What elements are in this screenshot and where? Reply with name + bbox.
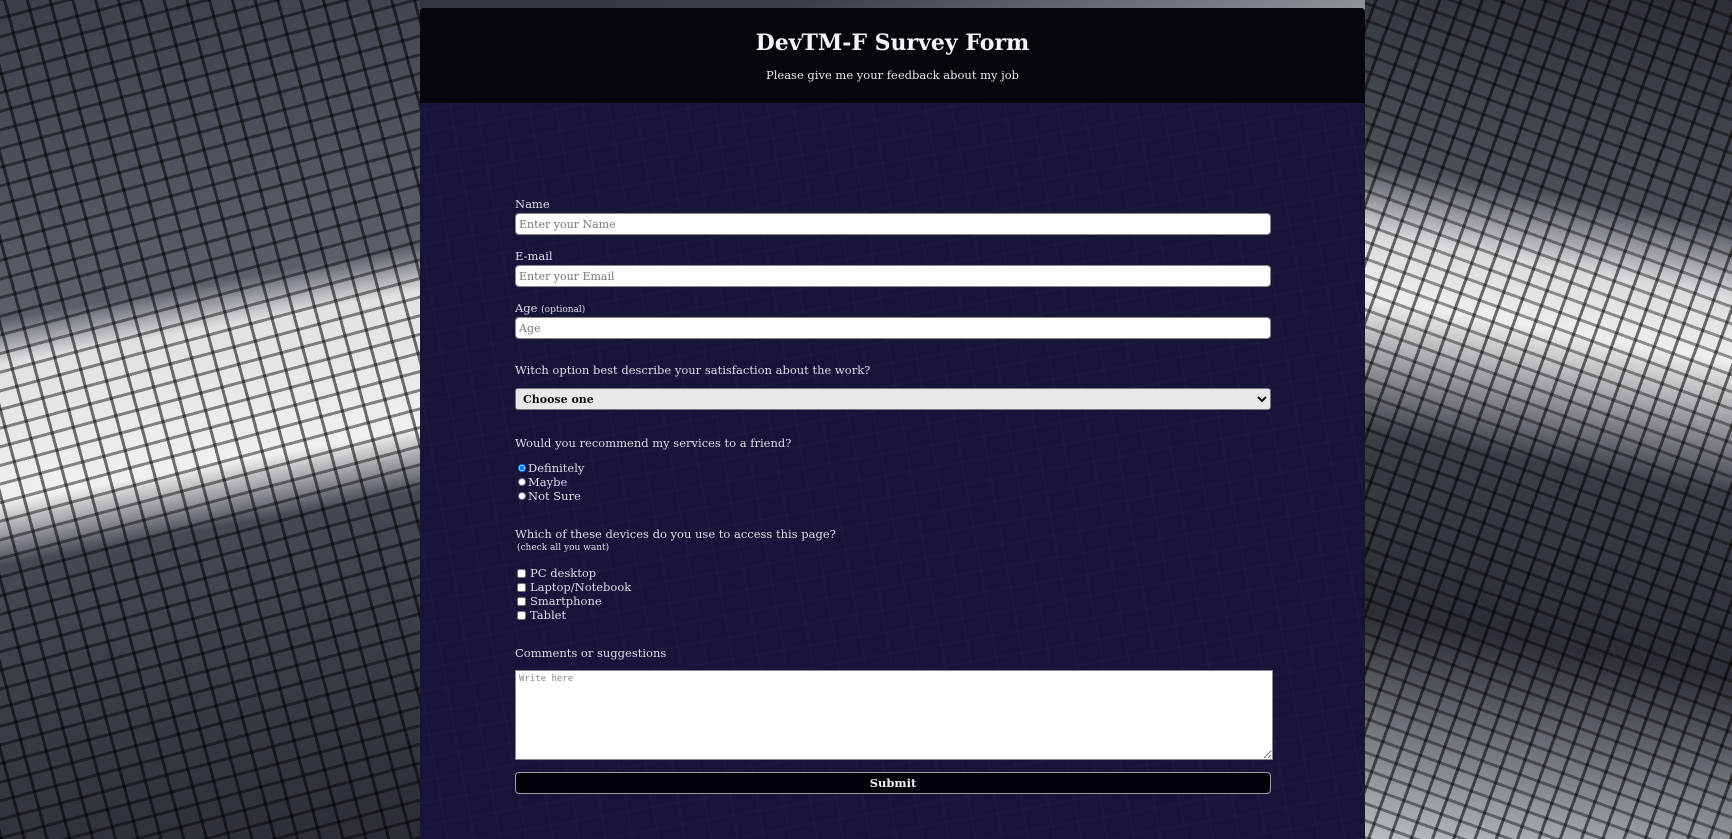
age-label: Age (optional): [515, 301, 1273, 315]
comments-textarea[interactable]: [515, 670, 1273, 760]
device-option-label: Smartphone: [530, 594, 602, 608]
recommend-radio-maybe[interactable]: [518, 478, 526, 486]
recommend-radio-definitely[interactable]: [518, 464, 526, 472]
device-option-smartphone[interactable]: Smartphone: [515, 594, 1273, 608]
background-right: [1365, 0, 1732, 839]
recommend-option-label: Not Sure: [528, 489, 581, 503]
device-option-label: PC desktop: [530, 566, 597, 580]
email-label: E-mail: [515, 249, 553, 263]
devices-question: Which of these devices do you use to acc…: [515, 527, 836, 541]
recommend-option-maybe[interactable]: Maybe: [515, 475, 1273, 489]
background-left: [0, 0, 420, 839]
comments-label: Comments or suggestions: [515, 646, 667, 660]
recommend-radio-not-sure[interactable]: [518, 492, 526, 500]
survey-panel: DevTM-F Survey Form Please give me your …: [420, 8, 1365, 839]
age-input[interactable]: [515, 317, 1271, 339]
name-input[interactable]: [515, 213, 1271, 235]
device-checkbox-laptop[interactable]: [517, 582, 526, 592]
devices-note: (check all you want): [517, 543, 610, 553]
device-checkbox-tablet[interactable]: [517, 610, 526, 620]
submit-button[interactable]: Submit: [515, 772, 1271, 794]
device-checkbox-pc[interactable]: [517, 568, 526, 578]
device-option-tablet[interactable]: Tablet: [515, 608, 1273, 622]
satisfaction-select[interactable]: Choose one: [515, 388, 1271, 410]
device-option-label: Tablet: [530, 608, 567, 622]
recommend-option-not-sure[interactable]: Not Sure: [515, 489, 1273, 503]
page-header: DevTM-F Survey Form Please give me your …: [420, 8, 1365, 103]
age-label-text: Age: [515, 301, 538, 315]
recommend-option-label: Maybe: [528, 475, 568, 489]
satisfaction-question: Witch option best describe your satisfac…: [515, 363, 871, 377]
email-input[interactable]: [515, 265, 1271, 287]
survey-form: Name E-mail Age (optional) Witch option …: [515, 197, 1273, 794]
device-checkbox-smartphone[interactable]: [517, 596, 526, 606]
recommend-option-label: Definitely: [528, 461, 585, 475]
recommend-question: Would you recommend my services to a fri…: [515, 436, 792, 450]
age-optional-note: (optional): [541, 305, 586, 315]
page-title: DevTM-F Survey Form: [755, 30, 1030, 56]
device-option-pc[interactable]: PC desktop: [515, 566, 1273, 580]
page-description: Please give me your feedback about my jo…: [765, 68, 1020, 82]
device-option-label: Laptop/Notebook: [530, 580, 632, 594]
name-label: Name: [515, 197, 550, 211]
device-option-laptop[interactable]: Laptop/Notebook: [515, 580, 1273, 594]
recommend-option-definitely[interactable]: Definitely: [515, 461, 1273, 475]
